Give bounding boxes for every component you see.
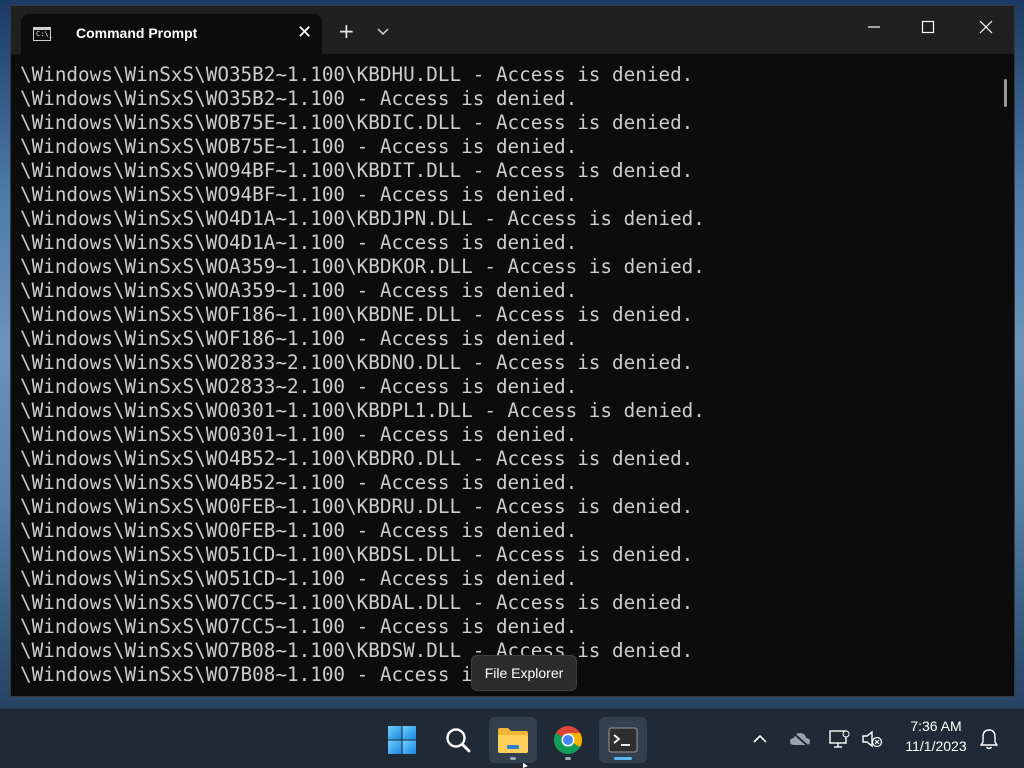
mouse-cursor-icon bbox=[523, 763, 528, 768]
volume-button[interactable] bbox=[860, 727, 884, 751]
terminal-line: \Windows\WinSxS\WO35B2~1.100\KBDHU.DLL -… bbox=[20, 63, 694, 86]
terminal-line: \Windows\WinSxS\WO2833~2.100 - Access is… bbox=[20, 375, 578, 398]
tab-title: Command Prompt bbox=[76, 25, 198, 41]
onedrive-offline-icon bbox=[790, 731, 810, 747]
terminal-lines: \Windows\WinSxS\WO35B2~1.100\KBDHU.DLL -… bbox=[20, 63, 705, 687]
terminal-line: \Windows\WinSxS\WO35B2~1.100 - Access is… bbox=[20, 87, 578, 110]
volume-muted-icon bbox=[862, 730, 883, 748]
onedrive-button[interactable] bbox=[788, 727, 812, 751]
taskbar bbox=[0, 708, 1024, 768]
terminal-line: \Windows\WinSxS\WO7B08~1.100\KBDSW.DLL -… bbox=[20, 639, 694, 662]
terminal-line: \Windows\WinSxS\WO2833~2.100\KBDNO.DLL -… bbox=[20, 351, 694, 374]
terminal-line: \Windows\WinSxS\WOB75E~1.100\KBDIC.DLL -… bbox=[20, 111, 694, 134]
tab-command-prompt[interactable]: C:\_ Command Prompt ✕ bbox=[21, 14, 322, 54]
terminal-line: \Windows\WinSxS\WO0FEB~1.100 - Access is… bbox=[20, 519, 578, 542]
terminal-line: \Windows\WinSxS\WOA359~1.100\KBDKOR.DLL … bbox=[20, 255, 705, 278]
clock[interactable]: 7:36 AM 11/1/2023 bbox=[896, 716, 976, 756]
terminal-line: \Windows\WinSxS\WOA359~1.100 - Access is… bbox=[20, 279, 578, 302]
close-window-button[interactable] bbox=[957, 6, 1014, 48]
terminal-line: \Windows\WinSxS\WO94BF~1.100 - Access is… bbox=[20, 183, 578, 206]
notifications-button[interactable] bbox=[977, 727, 1001, 751]
folder-icon bbox=[498, 728, 528, 753]
terminal-line: \Windows\WinSxS\WO4D1A~1.100\KBDJPN.DLL … bbox=[20, 207, 705, 230]
network-icon bbox=[829, 730, 850, 748]
maximize-button[interactable] bbox=[899, 6, 957, 48]
windows-logo-icon bbox=[388, 726, 416, 754]
title-bar[interactable]: C:\_ Command Prompt ✕ + bbox=[11, 6, 1014, 54]
clock-date: 11/1/2023 bbox=[905, 738, 967, 754]
chrome-icon bbox=[554, 726, 582, 754]
search-icon bbox=[446, 728, 471, 753]
terminal-line: \Windows\WinSxS\WOB75E~1.100 - Access is… bbox=[20, 135, 578, 158]
terminal-line: \Windows\WinSxS\WO51CD~1.100\KBDSL.DLL -… bbox=[20, 543, 694, 566]
terminal-window: C:\_ Command Prompt ✕ + \Windows\WinSxS\… bbox=[10, 5, 1015, 697]
clock-time: 7:36 AM bbox=[910, 718, 962, 734]
terminal-line: \Windows\WinSxS\WO0301~1.100 - Access is… bbox=[20, 423, 578, 446]
close-icon bbox=[979, 20, 993, 34]
running-indicator bbox=[565, 757, 571, 760]
running-indicator bbox=[510, 757, 516, 760]
terminal-line: \Windows\WinSxS\WO0FEB~1.100\KBDRU.DLL -… bbox=[20, 495, 694, 518]
chevron-up-icon bbox=[753, 734, 767, 743]
terminal-line: \Windows\WinSxS\WO0301~1.100\KBDPL1.DLL … bbox=[20, 399, 705, 422]
terminal-output[interactable]: \Windows\WinSxS\WO35B2~1.100\KBDHU.DLL -… bbox=[11, 54, 1014, 696]
file-explorer-tooltip: File Explorer bbox=[471, 655, 577, 691]
terminal-line: \Windows\WinSxS\WO4D1A~1.100 - Access is… bbox=[20, 231, 578, 254]
cmd-icon-text: C:\_ bbox=[36, 30, 53, 38]
search-button[interactable] bbox=[434, 717, 482, 763]
terminal-line: \Windows\WinSxS\WO51CD~1.100 - Access is… bbox=[20, 567, 578, 590]
minimize-icon bbox=[868, 26, 880, 28]
start-button[interactable] bbox=[378, 717, 426, 763]
terminal-line: \Windows\WinSxS\WOF186~1.100\KBDNE.DLL -… bbox=[20, 303, 694, 326]
terminal-line: \Windows\WinSxS\WO7B08~1.100 - Access is… bbox=[20, 663, 578, 686]
terminal-line: \Windows\WinSxS\WOF186~1.100 - Access is… bbox=[20, 327, 578, 350]
terminal-line: \Windows\WinSxS\WO7CC5~1.100 - Access is… bbox=[20, 615, 578, 638]
chevron-down-icon[interactable] bbox=[375, 23, 391, 39]
new-tab-button[interactable]: + bbox=[338, 21, 355, 41]
network-button[interactable] bbox=[828, 727, 852, 751]
chrome-button[interactable] bbox=[544, 717, 592, 763]
terminal-button[interactable] bbox=[599, 717, 647, 763]
terminal-line: \Windows\WinSxS\WO4B52~1.100\KBDRO.DLL -… bbox=[20, 447, 694, 470]
active-indicator bbox=[614, 757, 632, 760]
close-tab-button[interactable]: ✕ bbox=[297, 23, 312, 43]
terminal-line: \Windows\WinSxS\WO4B52~1.100 - Access is… bbox=[20, 471, 578, 494]
terminal-line: \Windows\WinSxS\WO94BF~1.100\KBDIT.DLL -… bbox=[20, 159, 694, 182]
show-hidden-icons-button[interactable] bbox=[748, 727, 772, 751]
terminal-line: \Windows\WinSxS\WO7CC5~1.100\KBDAL.DLL -… bbox=[20, 591, 694, 614]
terminal-icon bbox=[608, 727, 638, 753]
scrollbar-thumb[interactable] bbox=[1004, 79, 1007, 107]
file-explorer-button[interactable] bbox=[489, 717, 537, 763]
maximize-icon bbox=[921, 20, 935, 34]
cmd-icon: C:\_ bbox=[33, 27, 53, 41]
minimize-button[interactable] bbox=[845, 6, 903, 48]
bell-icon bbox=[979, 729, 999, 750]
